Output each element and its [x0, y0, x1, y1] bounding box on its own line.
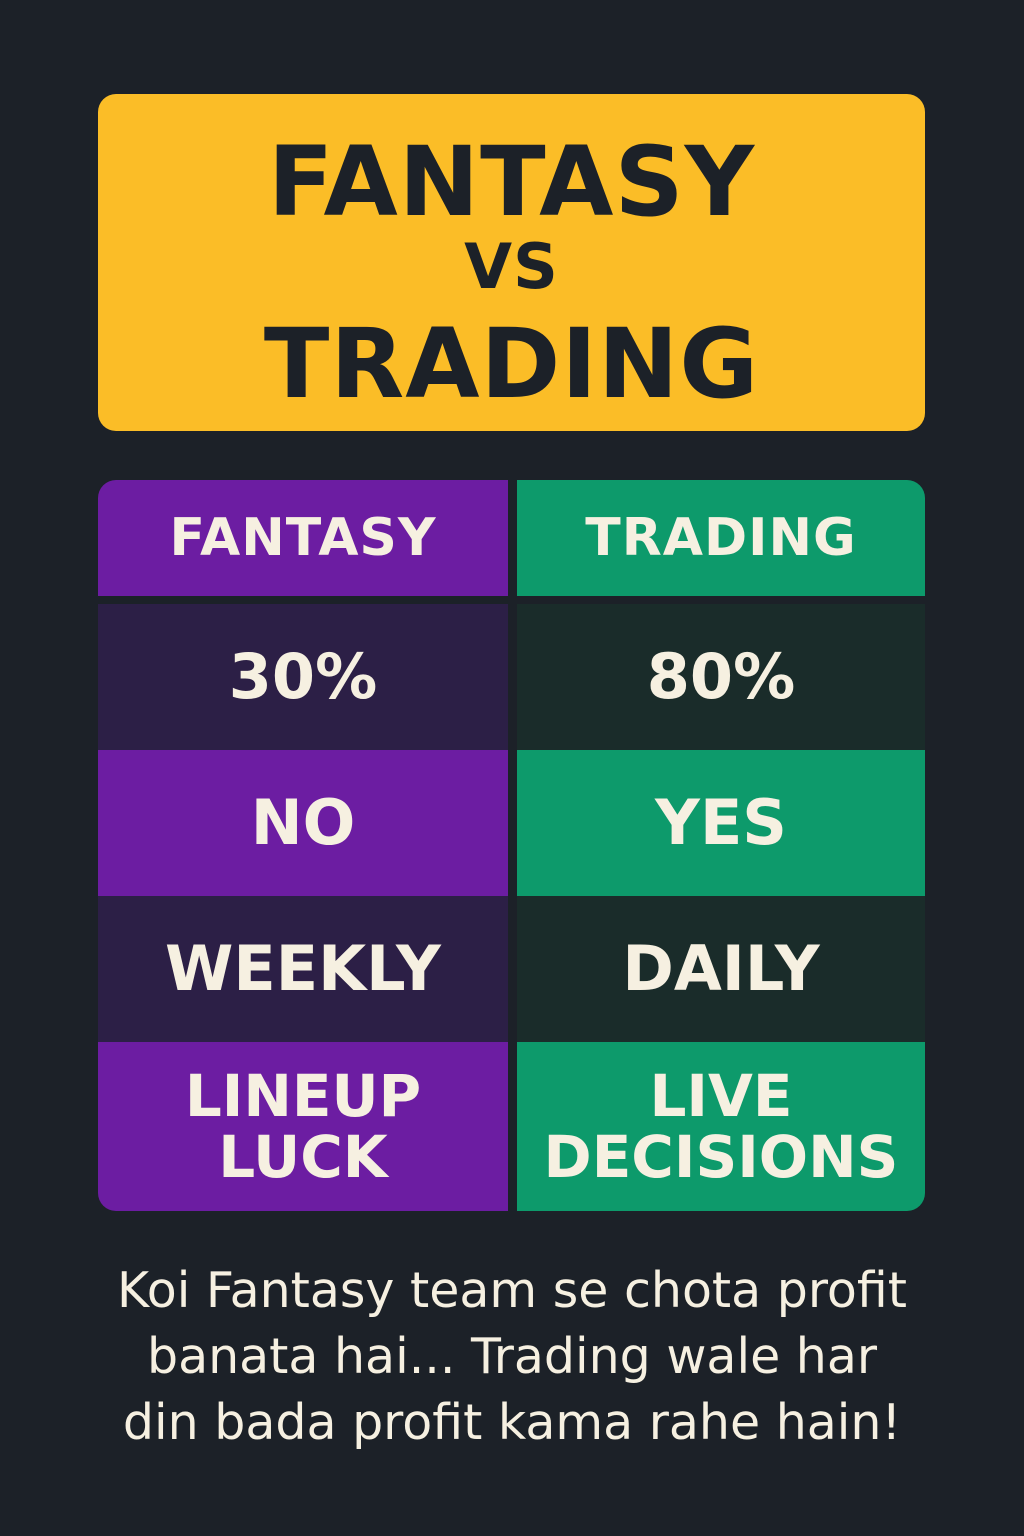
trading-header: TRADING — [517, 480, 925, 596]
title-card: FANTASY VS TRADING — [98, 94, 925, 431]
fantasy-frequency-cell: WEEKLY — [98, 896, 508, 1042]
caption-line-3: din bada profit kama rahe hain! — [122, 1394, 902, 1451]
fantasy-header: FANTASY — [98, 480, 508, 596]
caption-line-2: banata hai... Trading wale har — [146, 1328, 878, 1385]
fantasy-percent-cell: 30% — [98, 604, 508, 750]
trading-frequency-cell: DAILY — [517, 896, 925, 1042]
title-vs: VS — [464, 230, 559, 303]
fantasy-method-line-1: LINEUP — [184, 1061, 422, 1130]
title-trading: TRADING — [263, 308, 760, 420]
trading-method-cell: LIVE DECISIONS — [517, 1042, 925, 1211]
trading-percent-cell: 80% — [517, 604, 925, 750]
fantasy-method-cell: LINEUP LUCK — [98, 1042, 508, 1211]
trading-method-line-2: DECISIONS — [543, 1122, 899, 1191]
caption-line-1: Koi Fantasy team se chota profit — [117, 1262, 907, 1319]
fantasy-yes-no-cell: NO — [98, 750, 508, 896]
trading-yes-no-cell: YES — [517, 750, 925, 896]
fantasy-method-line-2: LUCK — [218, 1122, 388, 1191]
trading-method-line-1: LIVE — [649, 1061, 793, 1130]
comparison-table: FANTASY TRADING 30% 80% NO YES WEEKLY DA… — [98, 480, 925, 1211]
caption: Koi Fantasy team se chota profit banata … — [60, 1258, 964, 1456]
title-fantasy: FANTASY — [267, 126, 756, 238]
